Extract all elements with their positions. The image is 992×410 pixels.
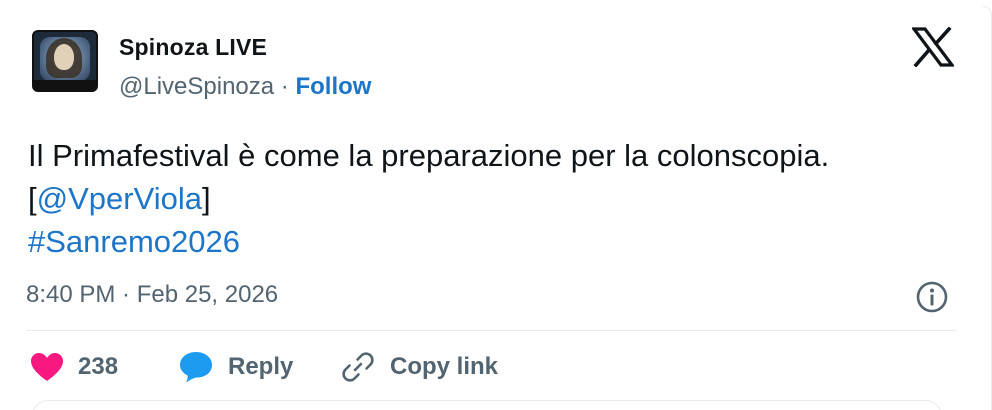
tweet-mention-line: [@VperViola] — [28, 177, 968, 220]
mention-link[interactable]: @VperViola — [37, 181, 202, 216]
like-count: 238 — [78, 353, 119, 380]
avatar-face — [54, 44, 74, 70]
tweet-card: Spinoza LIVE @LiveSpinoza · Follow Il Pr… — [0, 0, 992, 410]
heart-icon — [31, 353, 63, 381]
reply-label: Reply — [228, 353, 294, 380]
like-button[interactable]: 238 — [30, 347, 118, 387]
copy-link-label: Copy link — [390, 353, 499, 380]
info-icon[interactable] — [915, 280, 949, 314]
divider — [26, 330, 956, 331]
avatar-base — [34, 80, 96, 90]
x-logo-icon[interactable] — [912, 27, 954, 67]
next-section-edge — [32, 400, 942, 410]
author-handle[interactable]: @LiveSpinoza — [119, 73, 274, 100]
author-display-name[interactable]: Spinoza LIVE — [119, 34, 267, 61]
speech-bubble-icon — [180, 352, 212, 383]
handle-separator: · — [280, 73, 289, 100]
bracket-open: [ — [28, 181, 37, 216]
hashtag-link[interactable]: #Sanremo2026 — [28, 224, 240, 259]
avatar[interactable] — [32, 30, 98, 92]
tweet-text: Il Primafestival è come la preparazione … — [28, 134, 968, 263]
tweet-text-line: Il Primafestival è come la preparazione … — [28, 138, 830, 173]
copy-link-button[interactable]: Copy link — [340, 347, 498, 387]
author-handle-row: @LiveSpinoza · Follow — [119, 73, 371, 101]
follow-button[interactable]: Follow — [295, 73, 371, 100]
reply-button[interactable]: Reply — [178, 347, 293, 387]
bracket-close: ] — [201, 181, 211, 216]
link-icon — [342, 352, 374, 382]
tweet-timestamp[interactable]: 8:40 PM · Feb 25, 2026 — [26, 281, 278, 309]
